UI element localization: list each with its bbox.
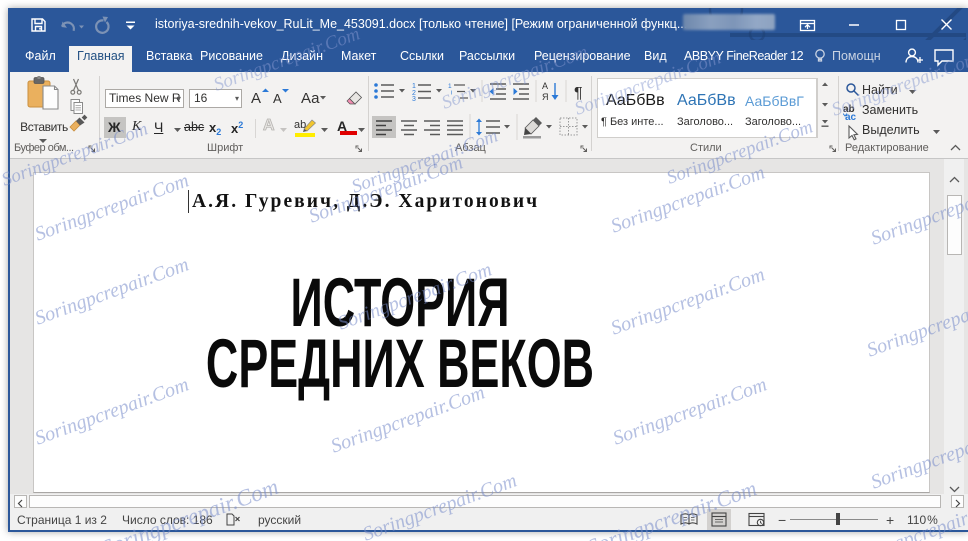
svg-text:1: 1 bbox=[412, 83, 416, 90]
svg-text:¶: ¶ bbox=[574, 85, 583, 102]
svg-text:Я: Я bbox=[542, 92, 549, 102]
svg-text:А: А bbox=[273, 91, 282, 106]
svg-text:3: 3 bbox=[412, 96, 416, 103]
svg-text:А: А bbox=[251, 90, 261, 107]
svg-text:Аа: Аа bbox=[301, 90, 320, 107]
svg-text::: : bbox=[454, 96, 456, 103]
svg-text:i: i bbox=[451, 90, 452, 97]
svg-text:А: А bbox=[542, 81, 548, 91]
